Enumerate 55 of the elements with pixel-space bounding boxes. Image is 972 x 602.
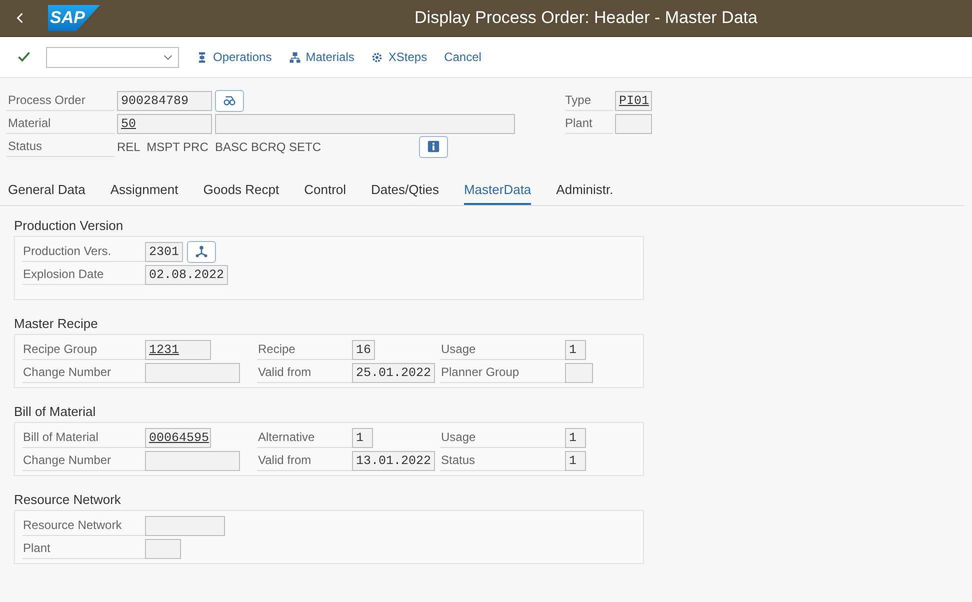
field-label: Material — [6, 114, 115, 134]
icon-button[interactable] — [215, 90, 244, 112]
tab[interactable]: Control — [304, 182, 346, 205]
section-title: Resource Network — [14, 491, 122, 509]
input-field[interactable]: PI01 — [615, 90, 652, 110]
input-field[interactable] — [145, 538, 181, 558]
input-field[interactable]: 16 — [352, 340, 375, 360]
input-field[interactable] — [565, 362, 593, 382]
tab[interactable]: Dates/Qties — [371, 182, 439, 205]
field-label: Status — [6, 136, 115, 156]
tab[interactable]: Assignment — [110, 182, 178, 205]
hierarchy-icon — [288, 50, 301, 64]
input-field[interactable]: 1 — [565, 340, 586, 360]
input-field[interactable] — [215, 114, 515, 134]
tab[interactable]: General Data — [8, 182, 86, 205]
icon-button[interactable] — [419, 136, 448, 158]
tab[interactable]: Goods Recpt — [203, 182, 280, 205]
dropdown-field[interactable] — [46, 46, 179, 68]
section-title: Bill of Material — [14, 403, 97, 421]
input-field[interactable] — [145, 362, 240, 382]
input-field[interactable]: 25.01.2022 — [352, 362, 435, 382]
input-field[interactable] — [145, 516, 225, 536]
gear-icon — [371, 50, 384, 64]
field-label: Type — [565, 90, 613, 110]
input-field[interactable]: 02.08.2022 — [145, 264, 228, 284]
tab[interactable]: MasterData — [464, 182, 532, 205]
toolbar-button[interactable]: Cancel — [444, 50, 482, 64]
logo: SAP — [48, 5, 100, 31]
input-field[interactable]: 1 — [352, 428, 373, 448]
stacked-blocks-icon — [196, 50, 208, 64]
input-field[interactable]: 00064595 — [145, 428, 211, 448]
field-label: Plant — [565, 114, 613, 134]
input-field[interactable]: 2301 — [145, 242, 183, 262]
field-label: Process Order — [6, 90, 115, 110]
page-title: Display Process Order: Header - Master Data — [414, 8, 758, 28]
toolbar-button[interactable]: Operations — [196, 50, 272, 64]
input-field[interactable]: 1231 — [145, 340, 211, 360]
input-field[interactable]: 1 — [565, 450, 586, 470]
hierarchy-icon — [194, 244, 209, 259]
status-text: REL MSPT PRC BASC BCRQ SETC — [117, 140, 322, 154]
input-field[interactable]: 50 — [117, 114, 212, 134]
input-field[interactable] — [615, 114, 652, 134]
input-field[interactable] — [145, 450, 240, 470]
input-field[interactable]: 13.01.2022 — [352, 450, 435, 470]
check-icon[interactable] — [17, 50, 31, 64]
toolbar-button[interactable]: XSteps — [371, 50, 428, 64]
input-field[interactable]: 1 — [565, 428, 586, 448]
toolbar-button[interactable]: Materials — [288, 50, 354, 64]
section-title: Master Recipe — [14, 315, 99, 333]
info-icon — [426, 139, 441, 154]
section-title: Production Version — [14, 217, 124, 235]
glasses-icon — [222, 93, 237, 108]
tab[interactable]: Administr. — [556, 182, 614, 205]
icon-button[interactable] — [187, 240, 216, 262]
input-field[interactable]: 900284789 — [117, 90, 212, 110]
